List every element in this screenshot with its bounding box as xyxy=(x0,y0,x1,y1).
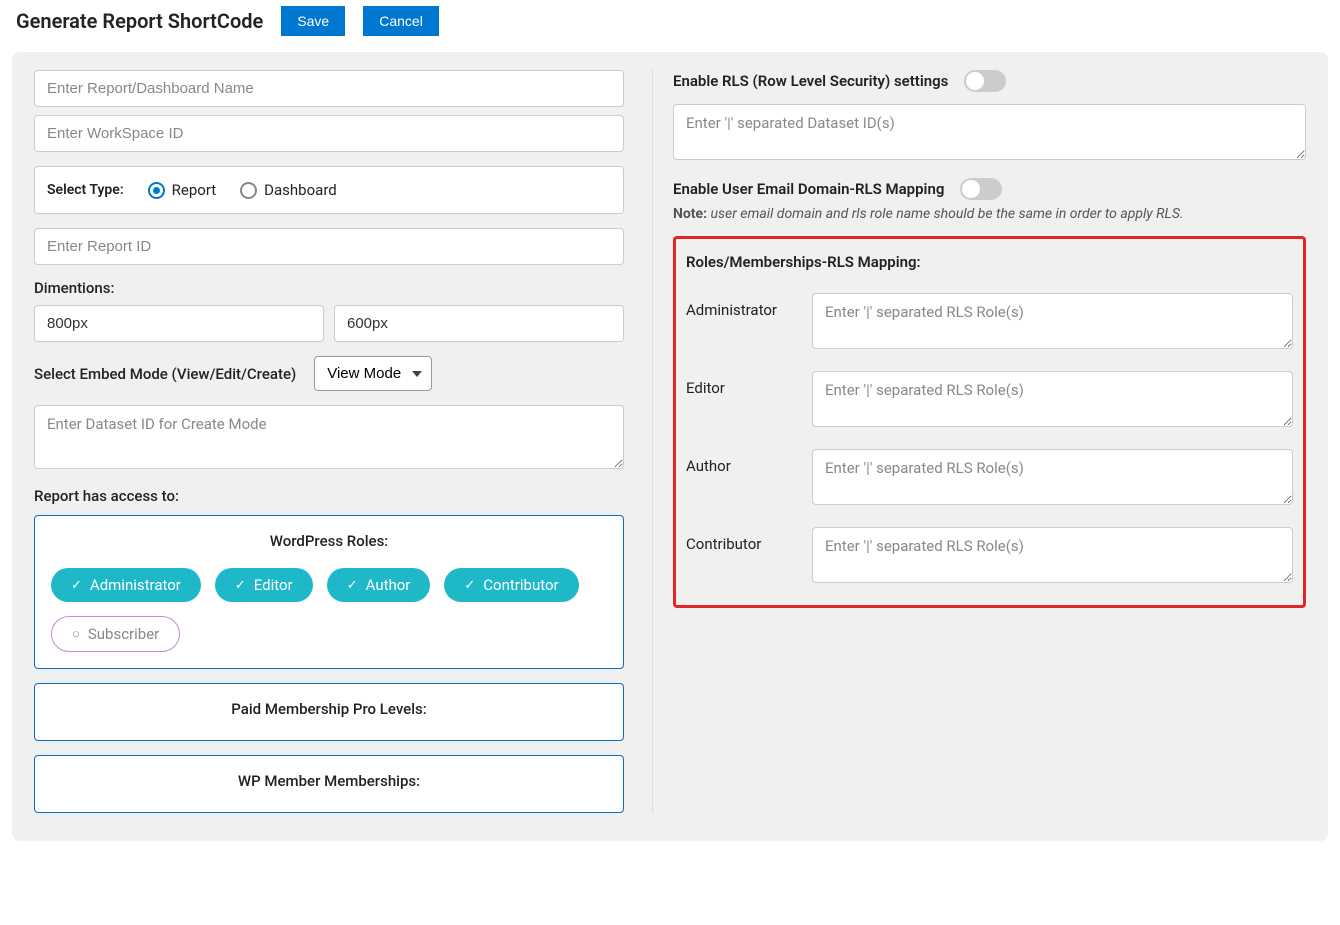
rls-role-input-editor[interactable] xyxy=(812,371,1293,427)
circle-icon: ○ xyxy=(72,626,80,642)
roles-rls-mapping-title: Roles/Memberships-RLS Mapping: xyxy=(686,253,1293,271)
workspace-id-input[interactable] xyxy=(34,115,624,152)
pmp-levels-box: Paid Membership Pro Levels: xyxy=(34,683,624,741)
page-title: Generate Report ShortCode xyxy=(16,9,263,33)
rls-dataset-ids-input[interactable] xyxy=(673,104,1306,160)
wp-member-box: WP Member Memberships: xyxy=(34,755,624,813)
wordpress-roles-box: WordPress Roles: ✓ Administrator ✓ Edito… xyxy=(34,515,624,669)
roles-rls-mapping-box: Roles/Memberships-RLS Mapping: Administr… xyxy=(673,236,1306,608)
report-id-input[interactable] xyxy=(34,228,624,265)
report-name-input[interactable] xyxy=(34,70,624,107)
check-icon: ✓ xyxy=(235,578,246,593)
role-chip-contributor[interactable]: ✓ Contributor xyxy=(444,568,578,602)
rls-map-row-administrator: Administrator xyxy=(686,293,1293,349)
rls-enable-label: Enable RLS (Row Level Security) settings xyxy=(673,72,948,90)
domain-rls-label: Enable User Email Domain-RLS Mapping xyxy=(673,180,944,198)
chip-label: Editor xyxy=(254,576,293,594)
wp-member-title: WP Member Memberships: xyxy=(51,772,607,790)
rls-role-input-author[interactable] xyxy=(812,449,1293,505)
embed-mode-select[interactable]: View Mode xyxy=(314,356,432,391)
access-label: Report has access to: xyxy=(34,487,624,505)
radio-empty-icon xyxy=(240,182,257,199)
pmp-levels-title: Paid Membership Pro Levels: xyxy=(51,700,607,718)
role-chip-subscriber[interactable]: ○ Subscriber xyxy=(51,616,180,652)
chip-label: Contributor xyxy=(483,576,558,594)
type-selector: Select Type: Report Dashboard xyxy=(34,166,624,214)
rls-map-row-author: Author xyxy=(686,449,1293,505)
width-input[interactable] xyxy=(34,305,324,342)
domain-rls-toggle[interactable] xyxy=(960,178,1002,200)
chip-label: Author xyxy=(366,576,411,594)
check-icon: ✓ xyxy=(347,578,358,593)
rls-enable-toggle[interactable] xyxy=(964,70,1006,92)
type-report-label: Report xyxy=(172,181,217,199)
type-dashboard-label: Dashboard xyxy=(264,181,337,199)
cancel-button[interactable]: Cancel xyxy=(363,6,439,36)
check-icon: ✓ xyxy=(71,578,82,593)
type-option-dashboard[interactable]: Dashboard xyxy=(240,181,337,199)
role-chip-author[interactable]: ✓ Author xyxy=(327,568,431,602)
rls-map-row-editor: Editor xyxy=(686,371,1293,427)
save-button[interactable]: Save xyxy=(281,6,345,36)
radio-selected-icon xyxy=(148,182,165,199)
wordpress-roles-title: WordPress Roles: xyxy=(51,532,607,550)
check-icon: ✓ xyxy=(464,578,475,593)
rls-role-label: Author xyxy=(686,449,796,475)
type-label: Select Type: xyxy=(47,182,124,198)
rls-role-label: Editor xyxy=(686,371,796,397)
role-chip-administrator[interactable]: ✓ Administrator xyxy=(51,568,201,602)
domain-rls-note: Note: user email domain and rls role nam… xyxy=(673,206,1306,222)
create-dataset-id-input[interactable] xyxy=(34,405,624,469)
rls-map-row-contributor: Contributor xyxy=(686,527,1293,583)
type-option-report[interactable]: Report xyxy=(148,181,217,199)
rls-role-input-administrator[interactable] xyxy=(812,293,1293,349)
dimensions-label: Dimentions: xyxy=(34,279,624,297)
rls-role-label: Administrator xyxy=(686,293,796,319)
chip-label: Subscriber xyxy=(88,625,159,643)
height-input[interactable] xyxy=(334,305,624,342)
role-chip-editor[interactable]: ✓ Editor xyxy=(215,568,313,602)
chip-label: Administrator xyxy=(90,576,181,594)
rls-role-input-contributor[interactable] xyxy=(812,527,1293,583)
rls-role-label: Contributor xyxy=(686,527,796,553)
embed-mode-label: Select Embed Mode (View/Edit/Create) xyxy=(34,365,296,383)
